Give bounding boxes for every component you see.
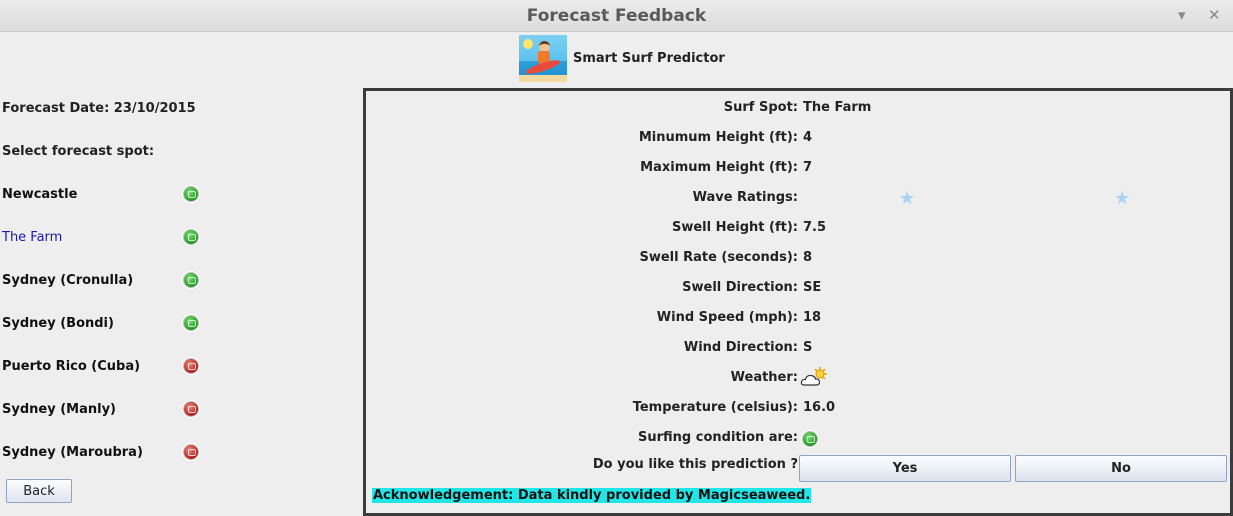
star-icon: ★ [899, 188, 916, 209]
detail-value: 8 [803, 250, 813, 265]
chevron-down-icon[interactable]: ▾ [1178, 6, 1186, 24]
detail-label: Surfing condition are: [638, 430, 798, 445]
detail-label: Temperature (celsius): [632, 400, 798, 415]
status-bad-icon [184, 402, 198, 416]
detail-row-swell-direction: Swell Direction: SE [366, 280, 1230, 298]
surfer-logo-icon [519, 35, 567, 82]
detail-row-swell-rate: Swell Rate (seconds): 8 [366, 250, 1230, 268]
detail-label: Maximum Height (ft): [640, 160, 798, 175]
spot-item-the-farm[interactable]: The Farm [2, 230, 62, 245]
detail-label: Minumum Height (ft): [638, 130, 798, 145]
spot-item-puerto-rico[interactable]: Puerto Rico (Cuba) [2, 359, 140, 374]
prediction-prompt: Do you like this prediction ? [592, 457, 798, 472]
detail-row-max-height: Maximum Height (ft): 7 [366, 160, 1230, 178]
detail-value: SE [803, 280, 822, 295]
spot-item-newcastle[interactable]: Newcastle [2, 187, 77, 202]
spot-item-cronulla[interactable]: Sydney (Cronulla) [2, 273, 133, 288]
detail-value: 7.5 [803, 220, 827, 235]
detail-label: Swell Height (ft): [671, 220, 798, 235]
app-header: Smart Surf Predictor [519, 35, 725, 82]
acknowledgement-text: Acknowledgement: Data kindly provided by… [372, 488, 812, 503]
detail-row-weather: Weather: [366, 367, 1230, 388]
detail-row-wind-direction: Wind Direction: S [366, 340, 1230, 358]
spot-item-maroubra[interactable]: Sydney (Maroubra) [2, 445, 143, 460]
partly-cloudy-icon [800, 367, 827, 386]
detail-row-surf-spot: Surf Spot: The Farm [366, 100, 1230, 118]
detail-label: Wind Speed (mph): [656, 310, 798, 325]
forecast-date-label: Forecast Date: 23/10/2015 [2, 101, 196, 116]
star-icon: ★ [1114, 188, 1131, 209]
spot-item-bondi[interactable]: Sydney (Bondi) [2, 316, 114, 331]
detail-label: Wave Ratings: [692, 190, 798, 205]
detail-row-surf-condition: Surfing condition are: [366, 430, 1230, 448]
no-button[interactable]: No [1015, 455, 1227, 482]
status-good-icon [184, 187, 198, 201]
detail-value: S [803, 340, 813, 355]
app-title: Smart Surf Predictor [573, 51, 725, 66]
detail-label: Weather: [730, 370, 798, 385]
yes-button[interactable]: Yes [799, 455, 1011, 482]
detail-row-swell-height: Swell Height (ft): 7.5 [366, 220, 1230, 238]
spot-item-manly[interactable]: Sydney (Manly) [2, 402, 116, 417]
detail-label: Surf Spot: [723, 100, 798, 115]
status-bad-icon [184, 445, 198, 459]
detail-value: The Farm [803, 100, 872, 115]
condition-good-icon [803, 432, 817, 446]
close-icon[interactable]: ✕ [1208, 6, 1221, 24]
select-spot-label: Select forecast spot: [2, 144, 155, 159]
back-button[interactable]: Back [6, 479, 72, 503]
detail-label: Swell Direction: [682, 280, 798, 295]
detail-label: Wind Direction: [683, 340, 798, 355]
status-good-icon [184, 316, 198, 330]
detail-value: 4 [803, 130, 813, 145]
detail-value: 18 [803, 310, 822, 325]
detail-label: Swell Rate (seconds): [639, 250, 798, 265]
status-good-icon [184, 230, 198, 244]
detail-row-wind-speed: Wind Speed (mph): 18 [366, 310, 1230, 328]
detail-row-min-height: Minumum Height (ft): 4 [366, 130, 1230, 148]
status-good-icon [184, 273, 198, 287]
window-title: Forecast Feedback [526, 6, 707, 26]
window-titlebar: Forecast Feedback ▾ ✕ [0, 0, 1233, 32]
detail-row-temperature: Temperature (celsius): 16.0 [366, 400, 1230, 418]
detail-value: 7 [803, 160, 813, 175]
detail-row-wave-ratings: Wave Ratings: ★ ★ [366, 188, 1230, 209]
detail-value: 16.0 [803, 400, 836, 415]
status-bad-icon [184, 359, 198, 373]
forecast-details-panel: Surf Spot: The Farm Minumum Height (ft):… [363, 88, 1233, 516]
